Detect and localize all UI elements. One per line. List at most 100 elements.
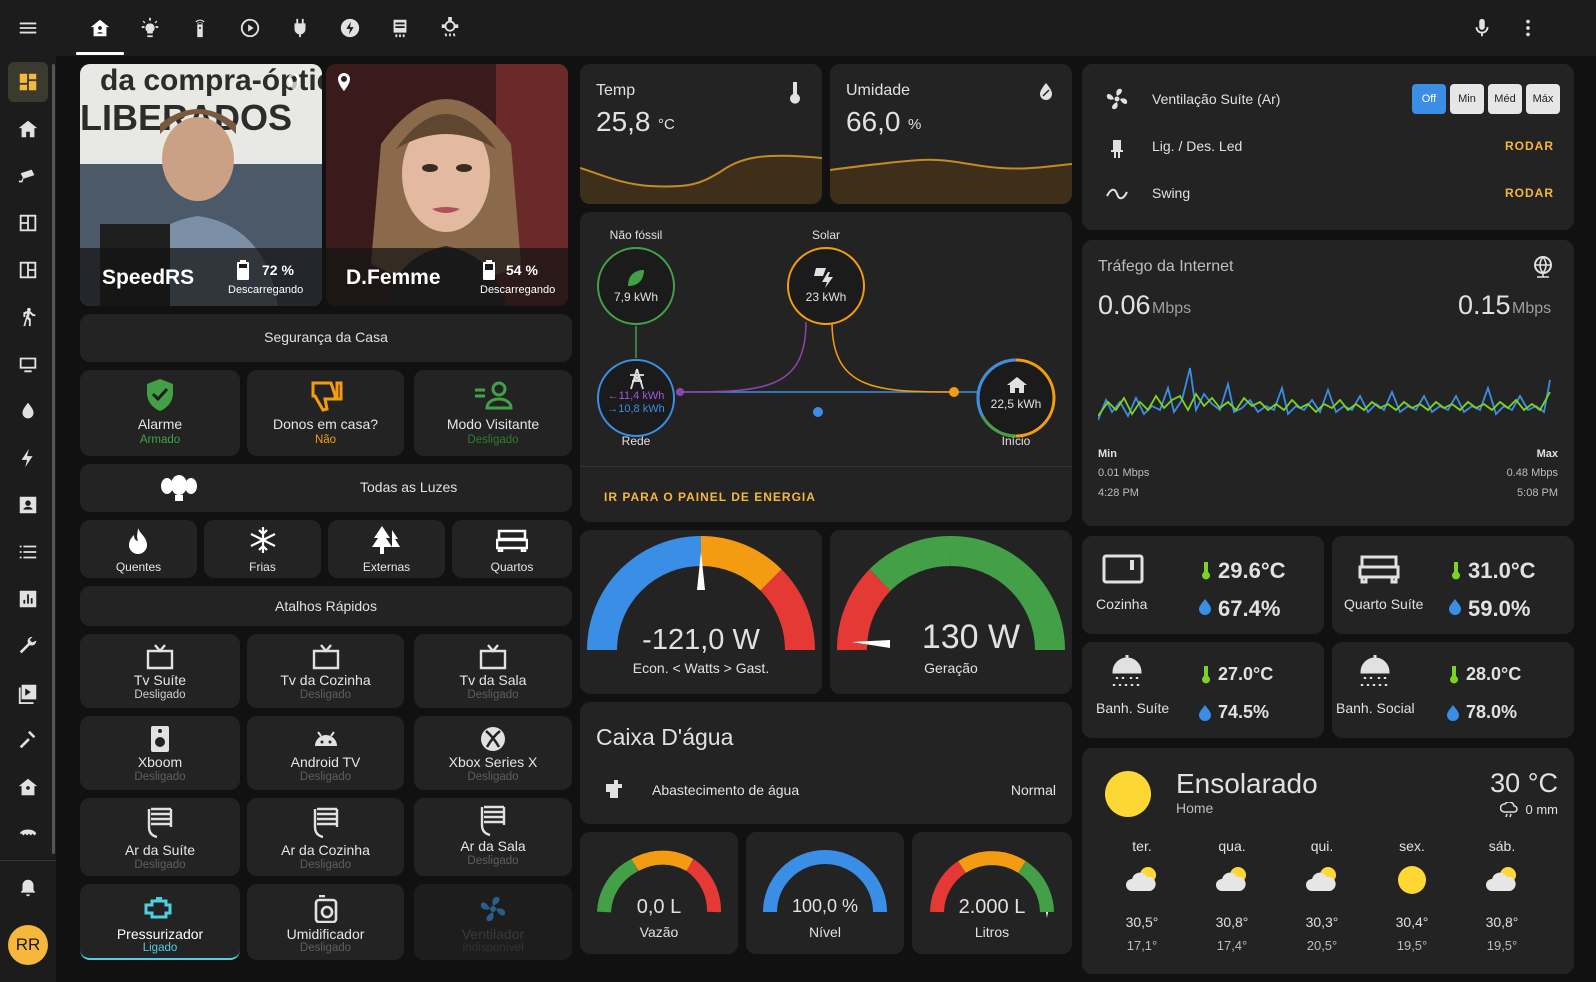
lights-cold-label: Frias	[249, 560, 276, 574]
tab-weather[interactable]	[426, 8, 474, 48]
sidebar-item-camera[interactable]	[8, 156, 48, 196]
tab-lights[interactable]	[126, 8, 174, 48]
lights-outdoor-button[interactable]: Externas	[328, 520, 445, 578]
shortcut-state: Desligado	[299, 859, 352, 871]
energy-dashboard-link[interactable]: IR PARA O PAINEL DE ENERGIA	[604, 490, 816, 504]
voice-search-button[interactable]	[1458, 8, 1506, 48]
weather-precipitation: 0 mm	[1525, 802, 1559, 817]
shortcut-tv-living[interactable]: Tv da Sala Desligado	[414, 634, 572, 708]
sidebar-item-people[interactable]	[8, 485, 48, 525]
more-menu-button[interactable]	[1504, 8, 1552, 48]
sidebar-item-media-browser[interactable]	[8, 673, 48, 713]
lights-warm-label: Quentes	[115, 560, 162, 574]
sidebar-item-logbook[interactable]	[8, 532, 48, 572]
temperature-value: 25,8	[596, 106, 651, 137]
shortcut-xboom[interactable]: Xboom Desligado	[80, 716, 240, 790]
notifications-button[interactable]	[8, 868, 48, 908]
shortcut-label: Tv Suíte	[133, 672, 187, 688]
lights-warm-button[interactable]: Quentes	[80, 520, 197, 578]
sidebar-item-energy[interactable]	[8, 438, 48, 478]
mode-med-button[interactable]: Méd	[1488, 84, 1522, 114]
led-icon	[1111, 140, 1123, 158]
person-card-dfemme[interactable]: D.Femme 54 % Descarregando	[326, 64, 568, 306]
shortcut-fan[interactable]: Ventilador Indisponível	[414, 884, 572, 960]
tab-energy[interactable]	[326, 8, 374, 48]
sidebar-item-floorplan-2[interactable]	[8, 250, 48, 290]
sidebar-item-history[interactable]	[8, 579, 48, 619]
mode-off-button[interactable]: Off	[1412, 84, 1446, 114]
alarm-button[interactable]: Alarme Armado	[80, 370, 240, 456]
temperature-card[interactable]: Temp 25,8 °C	[580, 64, 822, 204]
led-run-button[interactable]: RODAR	[1505, 139, 1554, 153]
shortcut-state: Desligado	[299, 771, 352, 783]
air-humidifier-icon	[314, 895, 337, 923]
traffic-chart	[1098, 367, 1551, 421]
air-conditioner-icon	[480, 805, 506, 837]
visitor-mode-button[interactable]: Modo Visitante Desligado	[414, 370, 572, 456]
gauge-label: Litros	[974, 924, 1010, 940]
mode-max-button[interactable]: Máx	[1526, 84, 1560, 114]
tab-climate[interactable]	[376, 8, 424, 48]
android-icon	[314, 731, 337, 746]
shortcut-pressurizer[interactable]: Pressurizador Ligado	[80, 884, 240, 960]
mode-min-button[interactable]: Min	[1450, 84, 1484, 114]
room-name: Banh. Suíte	[1096, 700, 1170, 716]
shortcut-xbox[interactable]: Xbox Series X Desligado	[414, 716, 572, 790]
xbox-icon	[481, 727, 505, 751]
tab-remote[interactable]	[176, 8, 224, 48]
power-generation-gauge: 130 W Geração	[830, 530, 1072, 694]
shortcut-tv-kitchen[interactable]: Tv da Cozinha Desligado	[247, 634, 404, 708]
forecast-high: 30,5°	[1125, 914, 1159, 930]
room-climate-social-bathroom[interactable]: Banh. Social 28.0°C 78.0%	[1332, 642, 1574, 738]
sidebar-item-floorplan[interactable]	[8, 203, 48, 243]
shortcut-ac-living[interactable]: Ar da Sala Desligado	[414, 798, 572, 876]
water-tank-title: Caixa D'água	[596, 724, 734, 750]
humidity-card[interactable]: Umidade 66,0 %	[830, 64, 1072, 204]
shortcut-state: Desligado	[467, 855, 519, 867]
tab-power[interactable]	[276, 8, 324, 48]
shortcut-label: Tv da Sala	[459, 672, 527, 688]
sidebar-item-water[interactable]	[8, 391, 48, 431]
forecast-day-name: sáb.	[1488, 838, 1516, 854]
shortcut-ac-suite[interactable]: Ar da Suíte Desligado	[80, 798, 240, 876]
sidebar-item-settings[interactable]	[8, 767, 48, 807]
tab-media[interactable]	[226, 8, 274, 48]
owners-home-button[interactable]: Donos em casa? Não	[247, 370, 404, 456]
television-icon	[312, 644, 339, 670]
shortcut-ac-kitchen[interactable]: Ar da Cozinha Desligado	[247, 798, 404, 876]
section-title: Atalhos Rápidos	[275, 598, 377, 614]
all-lights-button[interactable]: Todas as Luzes	[80, 464, 572, 512]
sidebar-item-motion[interactable]	[8, 297, 48, 337]
lights-cold-button[interactable]: Frias	[204, 520, 321, 578]
room-climate-suite-bathroom[interactable]: Banh. Suíte 27.0°C 74.5%	[1082, 642, 1324, 738]
room-climate-kitchen[interactable]: Cozinha 29.6°C 67.4%	[1082, 536, 1324, 634]
sidebar-item-home[interactable]	[8, 109, 48, 149]
shortcut-humidifier[interactable]: Umidificador Desligado	[247, 884, 404, 960]
swing-run-button[interactable]: RODAR	[1505, 186, 1554, 200]
menu-icon[interactable]	[8, 8, 48, 48]
sidebar-scrollbar[interactable]	[52, 64, 55, 854]
sidebar-item-media[interactable]	[8, 344, 48, 384]
avatar[interactable]: RR	[8, 925, 48, 965]
energy-distribution-card: Não fóssil 7,9 kWh Solar 23 kWh ←11,4 kW…	[580, 212, 1072, 522]
water-level-gauge: 100,0 % Nível	[746, 832, 904, 954]
shortcut-tv-suite[interactable]: Tv Suíte Desligado	[80, 634, 240, 708]
sidebar-item-hacs[interactable]	[8, 810, 48, 850]
home-label: Início	[1001, 434, 1031, 448]
shortcut-android-tv[interactable]: Android TV Desligado	[247, 716, 404, 790]
water-liters-gauge: 2.000 L Litros	[912, 832, 1072, 954]
lights-bedrooms-button[interactable]: Quartos	[452, 520, 572, 578]
shortcut-label: Ar da Suíte	[124, 842, 196, 858]
sidebar-item-overview[interactable]	[8, 62, 48, 102]
tab-home[interactable]	[76, 8, 124, 48]
internet-traffic-card[interactable]: Tráfego da Internet 0.06 Mbps 0.15 Mbps …	[1082, 240, 1574, 526]
fan-icon	[480, 896, 506, 922]
person-card-speedrs[interactable]: da compra-óptica LIBERADOS SpeedRS 72 % …	[80, 64, 322, 306]
weather-card[interactable]: Ensolarado Home 30 °C 0 mm ter. 30,5° 17,1…	[1082, 748, 1574, 974]
sidebar-item-tools[interactable]	[8, 626, 48, 666]
gauge-label: Geração	[924, 660, 978, 676]
sidebar-item-developer[interactable]	[8, 720, 48, 760]
room-climate-master-bedroom[interactable]: Quarto Suíte 31.0°C 59.0%	[1332, 536, 1574, 634]
home-gear-icon	[18, 778, 38, 796]
water-supply-state: Normal	[1010, 782, 1056, 798]
